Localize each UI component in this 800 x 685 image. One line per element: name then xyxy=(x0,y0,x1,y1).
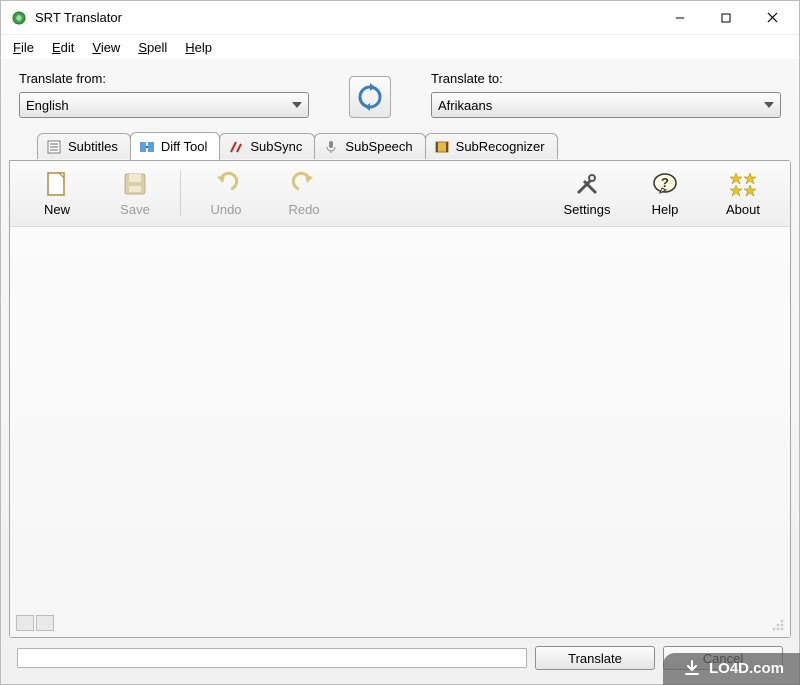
menu-help[interactable]: Help xyxy=(177,38,220,57)
toolbar-separator xyxy=(180,171,181,216)
progress-bar xyxy=(17,648,527,668)
settings-button[interactable]: Settings xyxy=(548,165,626,222)
watermark-text: LO4D.com xyxy=(709,660,784,677)
redo-icon xyxy=(290,170,318,198)
tab-subspeech[interactable]: SubSpeech xyxy=(314,133,425,159)
lang-from-label: Translate from: xyxy=(19,71,309,86)
undo-button[interactable]: Undo xyxy=(187,165,265,222)
tab-label: SubSpeech xyxy=(345,139,412,154)
tab-diff-tool[interactable]: Diff Tool xyxy=(130,132,221,160)
pane-indicators xyxy=(16,615,54,631)
watermark: LO4D.com xyxy=(663,653,800,685)
maximize-button[interactable] xyxy=(703,3,749,33)
save-button[interactable]: Save xyxy=(96,165,174,222)
tab-subtitles[interactable]: Subtitles xyxy=(37,133,131,159)
mic-icon xyxy=(323,139,339,155)
lang-to-label: Translate to: xyxy=(431,71,781,86)
pane-indicator[interactable] xyxy=(36,615,54,631)
tab-label: SubRecognizer xyxy=(456,139,545,154)
resize-grip-icon[interactable] xyxy=(768,615,786,633)
window-title: SRT Translator xyxy=(35,10,122,25)
diff-icon xyxy=(139,139,155,155)
app-icon xyxy=(11,10,27,26)
tool-label: About xyxy=(726,202,760,217)
help-icon: ? xyxy=(651,170,679,198)
tab-panel: New Save Undo Redo Setting xyxy=(9,160,791,638)
lang-from-value: English xyxy=(26,98,69,113)
tools-icon xyxy=(573,170,601,198)
list-icon xyxy=(46,139,62,155)
lang-to-group: Translate to: Afrikaans xyxy=(431,71,781,118)
app-window: SRT Translator File Edit View Spell Help… xyxy=(0,0,800,685)
swap-languages-button[interactable] xyxy=(349,76,391,118)
tool-label: New xyxy=(44,202,70,217)
tool-label: Redo xyxy=(288,202,319,217)
diff-content-area xyxy=(10,227,790,637)
tool-label: Help xyxy=(652,202,679,217)
tab-label: Diff Tool xyxy=(161,139,208,154)
tool-label: Save xyxy=(120,202,150,217)
tab-strip: Subtitles Diff Tool SubSync SubSpeech Su… xyxy=(9,132,791,160)
tab-subrecognizer[interactable]: SubRecognizer xyxy=(425,133,558,159)
lang-to-select[interactable]: Afrikaans xyxy=(431,92,781,118)
new-file-icon xyxy=(43,170,71,198)
titlebar: SRT Translator xyxy=(1,1,799,35)
menu-view[interactable]: View xyxy=(84,38,128,57)
client-area: Translate from: English Translate to: Af… xyxy=(1,59,799,684)
svg-text:?: ? xyxy=(661,175,669,190)
save-icon xyxy=(121,170,149,198)
minimize-button[interactable] xyxy=(657,3,703,33)
menu-edit[interactable]: Edit xyxy=(44,38,82,57)
help-button[interactable]: ? Help xyxy=(626,165,704,222)
lang-to-value: Afrikaans xyxy=(438,98,492,113)
menu-spell[interactable]: Spell xyxy=(130,38,175,57)
tab-label: SubSync xyxy=(250,139,302,154)
chevron-down-icon xyxy=(292,102,302,108)
menu-file[interactable]: File xyxy=(5,38,42,57)
menubar: File Edit View Spell Help xyxy=(1,35,799,59)
language-row: Translate from: English Translate to: Af… xyxy=(9,67,791,128)
tab-subsync[interactable]: SubSync xyxy=(219,133,315,159)
stars-icon xyxy=(729,170,757,198)
undo-icon xyxy=(212,170,240,198)
new-button[interactable]: New xyxy=(18,165,96,222)
tool-label: Settings xyxy=(564,202,611,217)
redo-button[interactable]: Redo xyxy=(265,165,343,222)
tab-label: Subtitles xyxy=(68,139,118,154)
film-icon xyxy=(434,139,450,155)
tool-label: Undo xyxy=(210,202,241,217)
translate-button[interactable]: Translate xyxy=(535,646,655,670)
close-button[interactable] xyxy=(749,3,795,33)
pane-indicator[interactable] xyxy=(16,615,34,631)
toolbar: New Save Undo Redo Setting xyxy=(10,161,790,227)
about-button[interactable]: About xyxy=(704,165,782,222)
sync-icon xyxy=(228,139,244,155)
lang-from-select[interactable]: English xyxy=(19,92,309,118)
chevron-down-icon xyxy=(764,102,774,108)
download-icon xyxy=(683,659,701,677)
lang-from-group: Translate from: English xyxy=(19,71,309,118)
